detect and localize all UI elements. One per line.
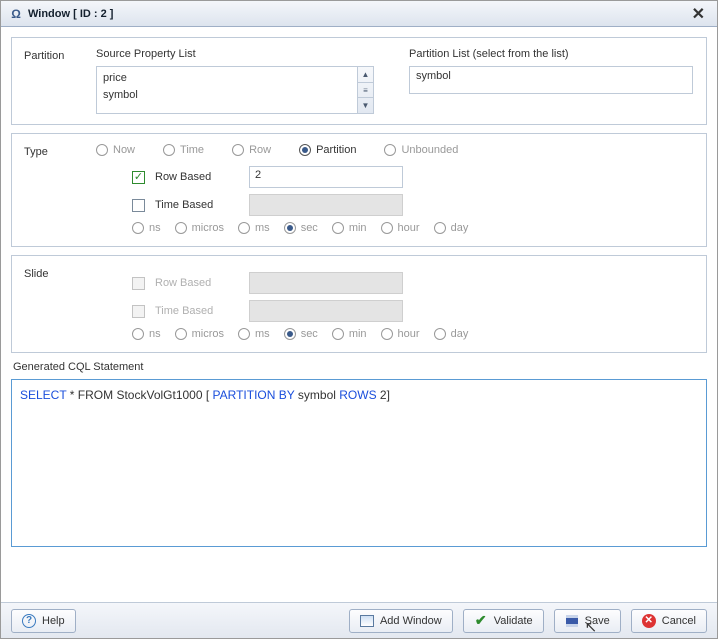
title-bar: Ω Window [ ID : 2 ] ✕ bbox=[1, 1, 717, 27]
save-icon bbox=[565, 614, 579, 628]
type-unit-ms[interactable]: ms bbox=[238, 222, 270, 234]
list-item[interactable]: price bbox=[103, 70, 351, 87]
cancel-icon: ✕ bbox=[642, 614, 656, 628]
type-radio-row: Row bbox=[232, 144, 271, 156]
partition-list-value: symbol bbox=[416, 70, 451, 82]
type-row-based-label: Row Based bbox=[155, 171, 239, 183]
slide-unit-day: day bbox=[434, 328, 469, 340]
generated-cql-textarea[interactable]: SELECT * FROM StockVolGt1000 [ PARTITION… bbox=[11, 379, 707, 547]
type-unit-ns[interactable]: ns bbox=[132, 222, 161, 234]
validate-button[interactable]: ✔ Validate bbox=[463, 609, 544, 633]
omega-icon: Ω bbox=[9, 7, 23, 21]
type-row-based-checkbox[interactable] bbox=[132, 171, 145, 184]
cql-kw-partitionby: PARTITION BY bbox=[213, 388, 295, 402]
slide-time-based-checkbox bbox=[132, 305, 145, 318]
slide-unit-ms: ms bbox=[238, 328, 270, 340]
list-item[interactable]: symbol bbox=[103, 87, 351, 104]
add-window-button[interactable]: Add Window bbox=[349, 609, 453, 633]
slide-unit-min: min bbox=[332, 328, 367, 340]
type-time-based-input bbox=[249, 194, 403, 216]
list-grip-icon[interactable]: ≡ bbox=[358, 83, 373, 99]
partition-label: Partition bbox=[24, 48, 96, 62]
window-icon bbox=[360, 614, 374, 628]
list-up-icon[interactable]: ▲ bbox=[358, 67, 373, 83]
type-label: Type bbox=[24, 144, 96, 158]
slide-panel: Slide Row Based Time Based ns micros ms … bbox=[11, 255, 707, 353]
slide-unit-sec: sec bbox=[284, 328, 318, 340]
slide-unit-micros: micros bbox=[175, 328, 224, 340]
cql-kw-rows: ROWS bbox=[339, 388, 376, 402]
type-unit-sec[interactable]: sec bbox=[284, 222, 318, 234]
slide-unit-hour: hour bbox=[381, 328, 420, 340]
help-icon: ? bbox=[22, 614, 36, 628]
type-panel: Type Now Time Row Partition Unbounded Ro… bbox=[11, 133, 707, 247]
generated-cql-label: Generated CQL Statement bbox=[13, 361, 705, 373]
source-property-list[interactable]: price symbol ▲ ≡ ▼ bbox=[96, 66, 374, 114]
slide-row-based-input bbox=[249, 272, 403, 294]
slide-label: Slide bbox=[24, 266, 96, 280]
save-button[interactable]: Save ↖ bbox=[554, 609, 621, 633]
partition-list-heading: Partition List (select from the list) bbox=[409, 48, 694, 60]
slide-row-based-label: Row Based bbox=[155, 277, 239, 289]
slide-row-based-checkbox bbox=[132, 277, 145, 290]
window-title: Window [ ID : 2 ] bbox=[28, 8, 113, 20]
type-unit-day[interactable]: day bbox=[434, 222, 469, 234]
footer-toolbar: ? Help Add Window ✔ Validate Save ↖ ✕ Ca… bbox=[1, 602, 717, 638]
type-row-based-input[interactable]: 2 bbox=[249, 166, 403, 188]
type-radio-now: Now bbox=[96, 144, 135, 156]
type-time-based-label: Time Based bbox=[155, 199, 239, 211]
type-radio-partition[interactable]: Partition bbox=[299, 144, 356, 156]
list-down-icon[interactable]: ▼ bbox=[358, 98, 373, 113]
slide-time-based-label: Time Based bbox=[155, 305, 239, 317]
cql-kw-select: SELECT bbox=[20, 388, 66, 402]
type-unit-micros[interactable]: micros bbox=[175, 222, 224, 234]
type-unit-min[interactable]: min bbox=[332, 222, 367, 234]
partition-panel: Partition Source Property List price sym… bbox=[11, 37, 707, 125]
source-property-heading: Source Property List bbox=[96, 48, 381, 60]
partition-list-input[interactable]: symbol bbox=[409, 66, 693, 94]
check-icon: ✔ bbox=[474, 614, 488, 628]
close-icon[interactable]: ✕ bbox=[688, 4, 709, 24]
slide-time-based-input bbox=[249, 300, 403, 322]
cancel-button[interactable]: ✕ Cancel bbox=[631, 609, 707, 633]
slide-unit-ns: ns bbox=[132, 328, 161, 340]
type-radio-unbounded: Unbounded bbox=[384, 144, 458, 156]
help-button[interactable]: ? Help bbox=[11, 609, 76, 633]
type-unit-hour[interactable]: hour bbox=[381, 222, 420, 234]
type-time-based-checkbox[interactable] bbox=[132, 199, 145, 212]
type-radio-time: Time bbox=[163, 144, 204, 156]
